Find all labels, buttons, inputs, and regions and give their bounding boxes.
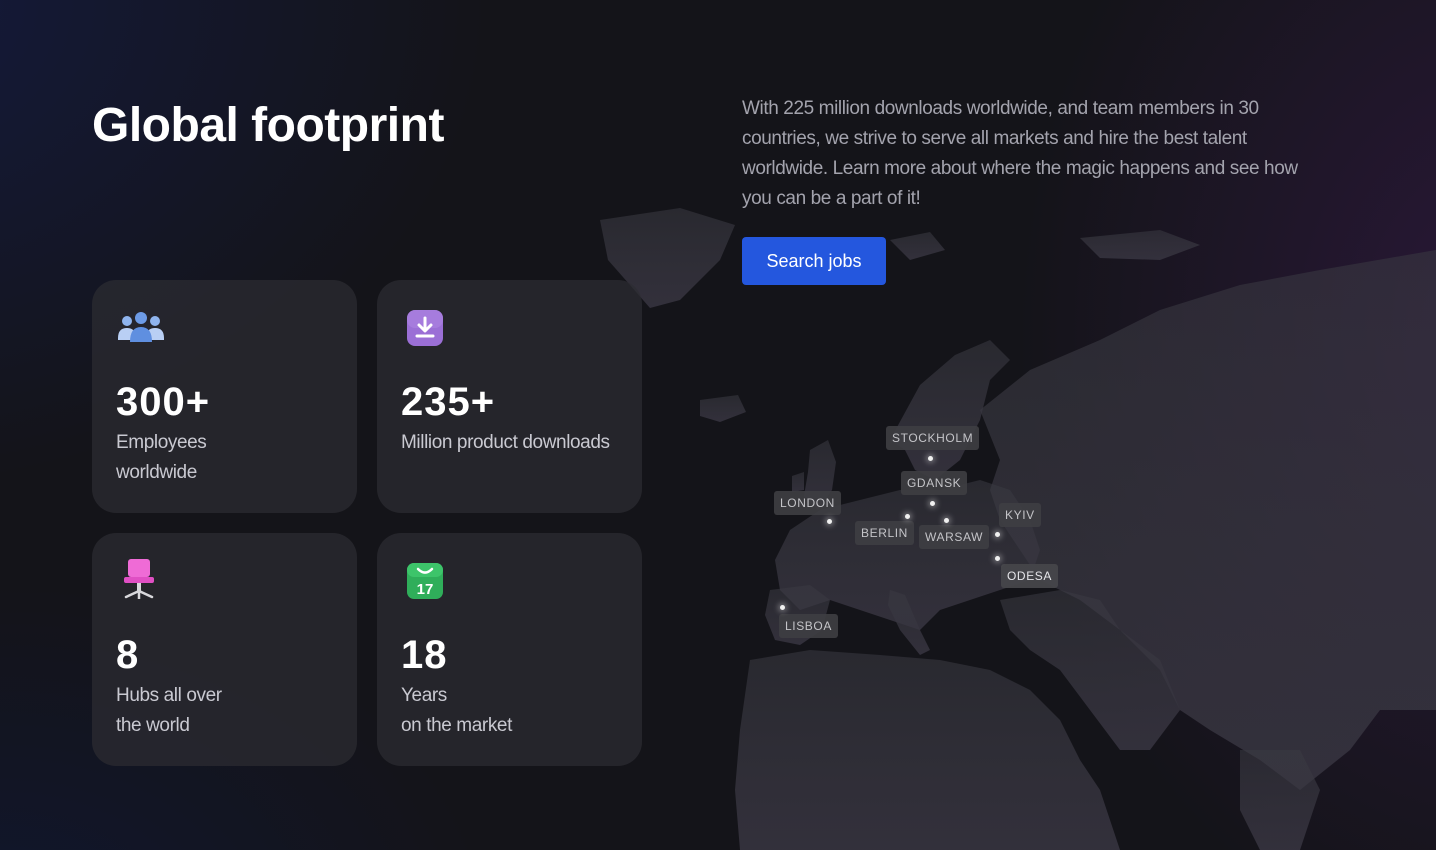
city-label-berlin[interactable]: BERLIN — [855, 521, 914, 545]
world-map — [600, 208, 1436, 850]
stat-card-hubs: 8 Hubs all over the world — [92, 533, 357, 766]
stat-value: 18 — [401, 633, 448, 677]
description-text: With 225 million downloads worldwide, an… — [742, 98, 1298, 209]
city-dot-london — [827, 519, 832, 524]
city-label-gdansk[interactable]: GDANSK — [901, 471, 968, 495]
city-label-stockholm[interactable]: STOCKHOLM — [886, 426, 980, 450]
city-dot-kyiv — [995, 532, 1000, 537]
city-dot-stockholm — [928, 456, 933, 461]
stat-value: 235+ — [401, 380, 496, 424]
city-label-lisboa[interactable]: LISBOA — [779, 614, 838, 638]
city-label-warsaw[interactable]: WARSAW — [919, 525, 990, 549]
stat-card-downloads: 235+ Million product downloads — [377, 280, 642, 513]
page-title: Global footprint — [92, 99, 444, 152]
stat-card-years: 17 18 Years on the market — [377, 533, 642, 766]
stat-value: 300+ — [116, 380, 211, 424]
city-label-london[interactable]: LONDON — [774, 491, 841, 515]
city-dot-lisboa — [780, 605, 785, 610]
stat-label: Million product downloads — [401, 432, 610, 453]
search-jobs-button[interactable]: Search jobs — [742, 237, 886, 285]
city-label-odesa[interactable]: ODESA — [1001, 564, 1059, 588]
city-dot-odesa — [995, 556, 1000, 561]
stat-card-employees: 300+ Employees worldwide — [92, 280, 357, 513]
stat-label: Hubs all over the world — [116, 685, 222, 736]
city-label-kyiv[interactable]: KYIV — [999, 503, 1041, 527]
office-chair-icon — [124, 559, 154, 599]
people-group-icon — [118, 312, 164, 342]
stat-label: Years on the market — [401, 685, 512, 736]
city-dot-berlin — [905, 514, 910, 519]
calendar-icon: 17 — [407, 563, 443, 599]
download-icon — [407, 310, 443, 346]
stat-label: Employees worldwide — [116, 432, 207, 483]
stat-value: 8 — [116, 633, 140, 677]
svg-text:17: 17 — [417, 581, 434, 598]
city-dot-warsaw — [944, 518, 949, 523]
city-dot-gdansk — [930, 501, 935, 506]
